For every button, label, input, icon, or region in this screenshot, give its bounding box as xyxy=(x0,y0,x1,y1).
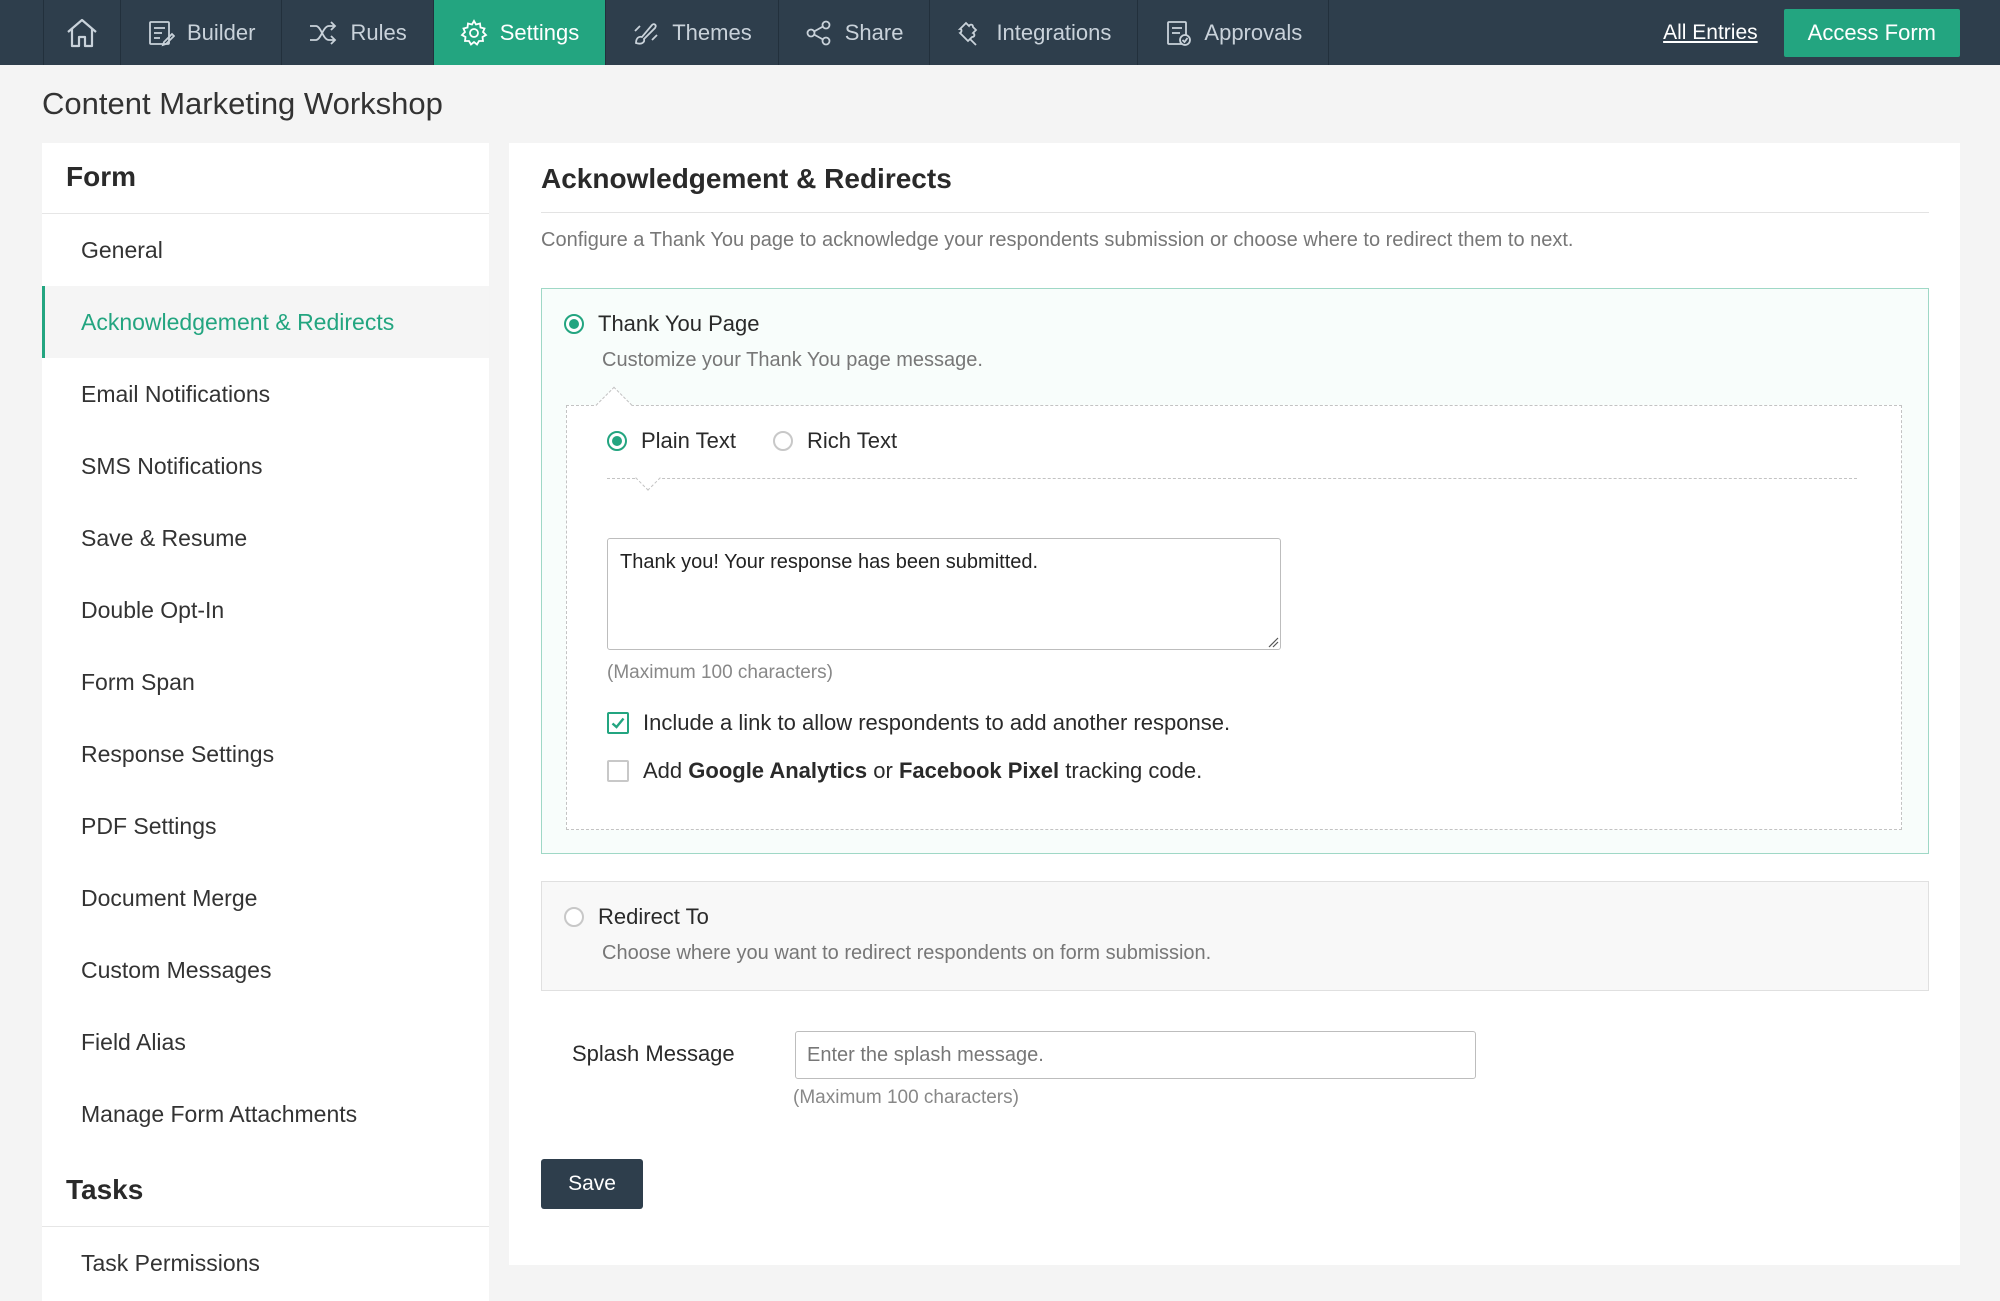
rich-text-label: Rich Text xyxy=(807,428,898,453)
resize-grip-icon[interactable] xyxy=(1267,636,1279,648)
splash-message-input[interactable] xyxy=(795,1031,1476,1079)
sidebar-item-manage-form-attachments[interactable]: Manage Form Attachments xyxy=(42,1078,489,1150)
sidebar-item-sms-notifications[interactable]: SMS Notifications xyxy=(42,430,489,502)
sidebar-item-field-alias[interactable]: Field Alias xyxy=(42,1006,489,1078)
rich-text-radio[interactable] xyxy=(773,431,793,451)
section-title: Acknowledgement & Redirects xyxy=(541,163,952,194)
include-link-label: Include a link to allow respondents to a… xyxy=(643,710,1231,735)
google-analytics-text: Google Analytics xyxy=(688,758,868,783)
section-description: Configure a Thank You page to acknowledg… xyxy=(541,229,1574,251)
tracking-code-checkbox[interactable] xyxy=(607,760,629,782)
sidebar-item-email-notifications[interactable]: Email Notifications xyxy=(42,358,489,430)
builder-icon xyxy=(149,20,175,46)
callout-notch xyxy=(595,386,633,424)
access-form-button[interactable]: Access Form xyxy=(1783,8,1960,57)
thank-you-editor: Plain Text Rich Text Thank you! Your res… xyxy=(566,386,1902,830)
title-divider xyxy=(541,212,1929,213)
shuffle-icon xyxy=(310,20,337,45)
sidebar-form-heading: Form xyxy=(42,143,489,214)
main-panel: Acknowledgement & Redirects Configure a … xyxy=(509,143,1960,1265)
tracking-suffix: tracking code. xyxy=(1059,758,1203,783)
redirect-radio[interactable] xyxy=(564,907,584,927)
splash-max-hint: (Maximum 100 characters) xyxy=(793,1087,1019,1108)
sidebar-item-acknowledgement-redirects[interactable]: Acknowledgement & Redirects xyxy=(42,286,489,358)
home-button[interactable] xyxy=(43,0,121,65)
nav-rules[interactable]: Rules xyxy=(282,0,434,65)
share-icon xyxy=(806,20,831,45)
nav-integrations-label: Integrations xyxy=(996,19,1112,45)
tracking-prefix: Add xyxy=(643,758,689,783)
thank-you-label: Thank You Page xyxy=(598,311,760,336)
sidebar-item-task-permissions[interactable]: Task Permissions xyxy=(42,1227,489,1299)
thank-you-sub: Customize your Thank You page message. xyxy=(602,349,983,371)
nav-builder-label: Builder xyxy=(187,19,256,45)
format-divider xyxy=(607,478,1857,479)
settings-sidebar: Form General Acknowledgement & Redirects… xyxy=(42,143,489,1301)
tracking-code-option[interactable]: Add Google Analytics or Facebook Pixel t… xyxy=(607,758,1202,784)
sidebar-item-document-merge[interactable]: Document Merge xyxy=(42,862,489,934)
rich-text-option[interactable]: Rich Text xyxy=(773,428,897,454)
include-link-checkbox[interactable] xyxy=(607,712,629,734)
nav-themes-label: Themes xyxy=(672,19,752,45)
nav-share[interactable]: Share xyxy=(779,0,931,65)
nav-integrations[interactable]: Integrations xyxy=(930,0,1139,65)
gear-icon xyxy=(460,18,488,46)
include-link-option[interactable]: Include a link to allow respondents to a… xyxy=(607,710,1230,736)
check-icon xyxy=(611,717,625,729)
nav-share-label: Share xyxy=(844,19,904,45)
thank-you-page-card: Thank You Page Customize your Thank You … xyxy=(541,288,1929,854)
splash-message-label: Splash Message xyxy=(572,1041,735,1066)
nav-settings-label: Settings xyxy=(499,19,580,45)
facebook-pixel-text: Facebook Pixel xyxy=(898,758,1060,783)
format-notch xyxy=(635,465,661,491)
plain-text-label: Plain Text xyxy=(641,428,736,453)
redirect-sub: Choose where you want to redirect respon… xyxy=(602,942,1212,964)
save-button[interactable]: Save xyxy=(541,1159,643,1209)
nav-right: All Entries Access Form xyxy=(1663,0,2000,65)
redirect-to-card: Redirect To Choose where you want to red… xyxy=(541,881,1929,991)
sidebar-item-form-span[interactable]: Form Span xyxy=(42,646,489,718)
nav-settings[interactable]: Settings xyxy=(433,0,607,65)
thank-you-option[interactable]: Thank You Page xyxy=(564,311,759,337)
all-entries-link[interactable]: All Entries xyxy=(1663,21,1758,45)
message-max-hint: (Maximum 100 characters) xyxy=(607,662,833,683)
brush-icon xyxy=(634,22,658,45)
tracking-or: or xyxy=(867,758,899,783)
nav-rules-label: Rules xyxy=(350,19,407,45)
sidebar-item-pdf-settings[interactable]: PDF Settings xyxy=(42,790,489,862)
sidebar-item-save-resume[interactable]: Save & Resume xyxy=(42,502,489,574)
redirect-label: Redirect To xyxy=(598,904,709,929)
nav-themes[interactable]: Themes xyxy=(606,0,779,65)
approvals-icon xyxy=(1167,20,1192,46)
sidebar-item-response-settings[interactable]: Response Settings xyxy=(42,718,489,790)
sidebar-item-general[interactable]: General xyxy=(42,214,489,286)
tracking-code-label: Add Google Analytics or Facebook Pixel t… xyxy=(643,758,1202,784)
sidebar-tasks-heading: Tasks xyxy=(42,1156,489,1227)
redirect-option[interactable]: Redirect To xyxy=(564,904,709,930)
sidebar-item-custom-messages[interactable]: Custom Messages xyxy=(42,934,489,1006)
plain-text-radio[interactable] xyxy=(607,431,627,451)
thank-you-message-input[interactable]: Thank you! Your response has been submit… xyxy=(607,538,1281,650)
top-nav: Builder Rules Settings Themes Share Inte… xyxy=(0,0,2000,65)
nav-approvals[interactable]: Approvals xyxy=(1138,0,1330,65)
sidebar-item-double-opt-in[interactable]: Double Opt-In xyxy=(42,574,489,646)
home-icon xyxy=(67,18,97,47)
page-title: Content Marketing Workshop xyxy=(42,86,443,121)
nav-builder[interactable]: Builder xyxy=(121,0,283,65)
thank-you-radio[interactable] xyxy=(564,314,584,334)
plain-text-option[interactable]: Plain Text xyxy=(607,428,736,454)
puzzle-icon xyxy=(958,21,978,46)
nav-approvals-label: Approvals xyxy=(1204,19,1303,45)
